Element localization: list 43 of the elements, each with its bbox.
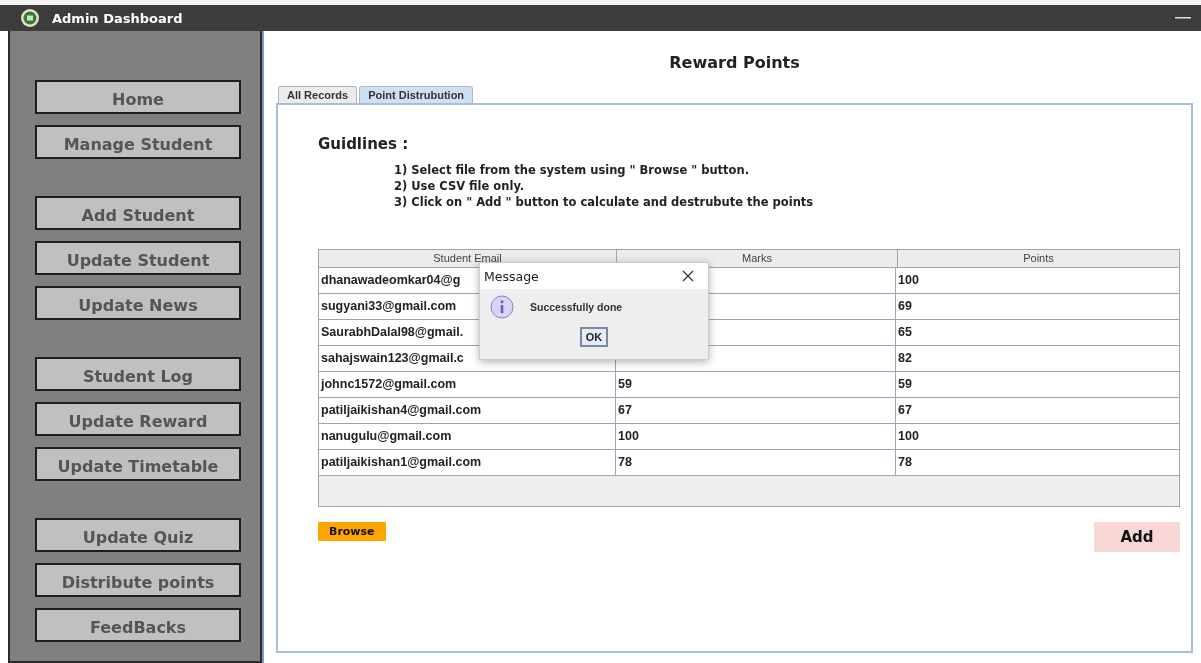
table-cell: nanugulu@gmail.com [319, 424, 616, 449]
guidelines-heading: Guidlines : [318, 135, 410, 153]
column-header: Points [1022, 251, 1055, 266]
table-cell-text: 100 [897, 428, 920, 445]
table-cell: 67 [616, 398, 896, 423]
info-icon [490, 295, 514, 319]
nav-button[interactable]: Update Student [35, 241, 241, 275]
table-cell-text: 78 [897, 454, 913, 471]
nav-button[interactable]: Manage Student [35, 125, 241, 159]
guideline-text: 2) Use CSV file only. [394, 179, 526, 193]
table-cell-text: 65 [897, 324, 913, 341]
table-cell-text: 100 [897, 272, 920, 289]
nav-button[interactable]: Home [35, 80, 241, 114]
add-button[interactable]: Add [1094, 522, 1180, 552]
page-title: Reward Points [668, 52, 801, 74]
table-cell: johnc1572@gmail.com [319, 372, 616, 397]
nav-button[interactable]: Distribute points [35, 563, 241, 597]
table-cell-text: 67 [897, 402, 913, 419]
table-cell-text: 82 [897, 350, 913, 367]
window-title: Admin Dashboard [52, 10, 184, 26]
nav-button[interactable]: Update Reward [35, 402, 241, 436]
nav-button[interactable]: Student Log [35, 357, 241, 391]
guideline-text: 3) Click on " Add " button to calculate and destrubute the points [394, 195, 815, 209]
table-cell: patiljaikishan1@gmail.com [319, 450, 616, 475]
ok-button[interactable]: OK [579, 327, 609, 347]
table-cell: 59 [616, 372, 896, 397]
nav-button[interactable]: Add Student [35, 196, 241, 230]
app-logo-icon [20, 8, 40, 28]
table-cell: 78 [616, 450, 896, 475]
table-cell-text: 69 [897, 298, 913, 315]
dialog-title: Message [484, 268, 539, 284]
nav-button[interactable]: FeedBacks [35, 608, 241, 642]
table-cell: 100 [616, 424, 896, 449]
browse-button[interactable]: Browse [318, 522, 386, 541]
guideline-text: 1) Select file from the system using " Browse " button. [394, 163, 751, 177]
table-cell-text: 59 [897, 376, 913, 393]
table-cell: patiljaikishan4@gmail.com [319, 398, 616, 423]
close-icon[interactable] [682, 270, 694, 282]
nav-button[interactable]: Update Quiz [35, 518, 241, 552]
nav-button[interactable]: Update Timetable [35, 447, 241, 481]
tab[interactable]: All Records [278, 86, 358, 103]
nav-button[interactable]: Update News [35, 286, 241, 320]
tab[interactable]: Point Distrubution [359, 86, 474, 103]
